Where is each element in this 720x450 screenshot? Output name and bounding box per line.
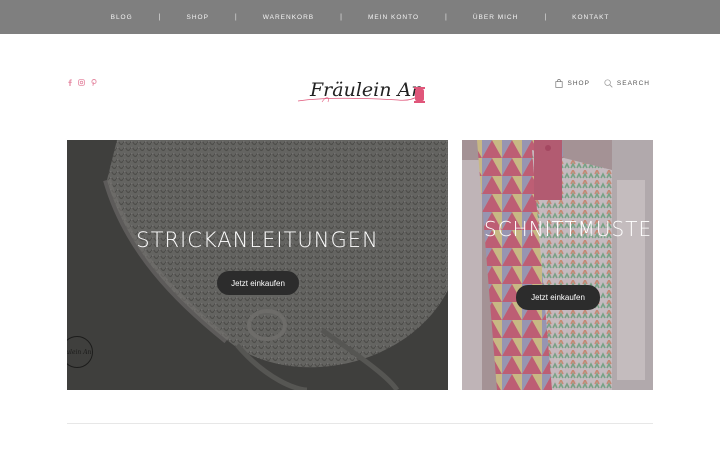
nav-separator: | (544, 13, 547, 21)
card-title: SCHNITTMUSTER (484, 217, 653, 241)
nav-shop[interactable]: SHOP (187, 14, 209, 21)
header-shop-label: SHOP (567, 80, 590, 87)
shop-now-button[interactable]: Jetzt einkaufen (217, 271, 299, 295)
nav-separator: | (158, 13, 161, 21)
section-divider (67, 423, 653, 424)
shop-now-button[interactable]: Jetzt einkaufen (516, 285, 600, 310)
image-overlay (462, 140, 653, 390)
card-title: STRICKANLEITUNGEN (136, 228, 379, 252)
nav-ueber-mich[interactable]: ÜBER MICH (473, 14, 518, 21)
social-links (66, 79, 97, 86)
header-links: SHOP SEARCH (555, 79, 650, 88)
nav-mein-konto[interactable]: MEIN KONTO (368, 14, 419, 21)
instagram-icon[interactable] (78, 79, 85, 86)
category-card-schnittmuster[interactable]: SCHNITTMUSTER Jetzt einkaufen (462, 140, 653, 390)
site-header: Fräulein An SHOP SEARCH (0, 34, 720, 140)
image-overlay (67, 140, 448, 390)
nav-warenkorb[interactable]: WARENKORB (263, 14, 314, 21)
nav-separator: | (340, 13, 342, 21)
nav-separator: | (234, 13, 237, 21)
header-search-label: SEARCH (616, 80, 650, 87)
nav-kontakt[interactable]: KONTAKT (572, 14, 609, 21)
site-logo[interactable]: Fräulein An (294, 66, 430, 112)
category-card-strickanleitungen[interactable]: äulein An STRICKANLEITUNGEN Jetzt einkau… (67, 140, 448, 390)
facebook-icon[interactable] (66, 79, 73, 86)
shopping-bag-icon (555, 79, 564, 88)
top-navigation: BLOG | SHOP | WARENKORB | MEIN KONTO | Ü… (0, 0, 720, 34)
header-search-link[interactable]: SEARCH (604, 79, 650, 88)
yarn-spool-icon (415, 89, 424, 101)
header-shop-link[interactable]: SHOP (555, 79, 589, 88)
pinterest-icon[interactable] (90, 79, 97, 86)
search-icon (604, 79, 613, 88)
nav-separator: | (445, 13, 447, 21)
nav-blog[interactable]: BLOG (111, 14, 133, 21)
